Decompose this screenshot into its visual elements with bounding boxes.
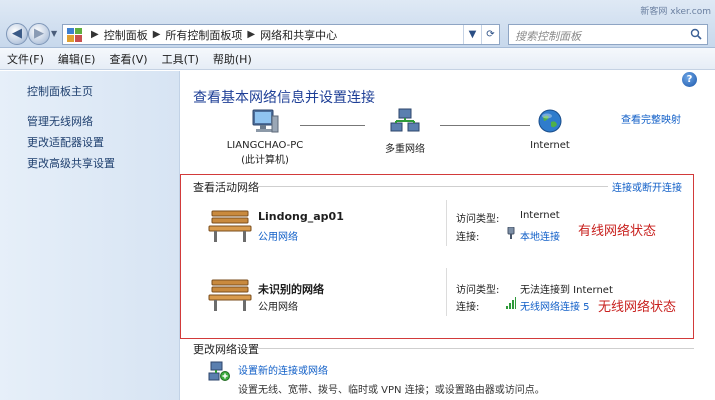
breadcrumb-network-center[interactable]: 网络和共享中心 [260,27,337,43]
map-link-line [300,125,365,126]
wireless-status-annotation: 无线网络状态 [598,300,677,315]
menu-bar: 文件(F) 编辑(E) 查看(V) 工具(T) 帮助(H) [0,48,715,70]
search-input[interactable]: 搜索控制面板 [508,24,708,45]
bench-icon[interactable] [208,209,252,243]
computer-subtitle: (此计算机) [241,155,289,166]
chevron-right-icon[interactable]: ▶ [153,29,161,40]
watermark-text: 新客网 xker.com [640,7,711,17]
menu-help[interactable]: 帮助(H) [206,51,259,67]
control-panel-icon [67,27,83,42]
network-name: 未识别的网络 [258,283,324,296]
breadcrumb-control-panel[interactable]: 控制面板 [104,27,148,43]
menu-edit[interactable]: 编辑(E) [51,51,103,67]
network-type-link[interactable]: 公用网络 [258,228,298,243]
divider [446,200,447,246]
connection-label: 连接: [456,302,480,313]
network-type-label: 公用网络 [258,302,298,313]
access-type-label: 访问类型: [456,214,500,225]
map-multi-network[interactable]: 多重网络 [375,108,435,155]
setup-connection-description: 设置无线、宽带、拨号、临时或 VPN 连接；或设置路由器或访问点。 [238,385,545,396]
wired-status-annotation: 有线网络状态 [578,224,657,239]
computer-icon [252,109,279,133]
breadcrumb[interactable]: ▶ 控制面板 ▶ 所有控制面板项 ▶ 网络和共享中心 ▼ ⟳ [62,24,500,45]
map-link-line [440,125,530,126]
change-settings-header: 更改网络设置 [193,343,259,356]
network-icon [390,108,420,132]
wifi-signal-icon [506,297,516,309]
active-networks-header: 查看活动网络 [193,181,259,194]
search-icon[interactable] [690,28,702,40]
sidebar: 控制面板主页 管理无线网络 更改适配器设置 更改高级共享设置 [0,71,180,400]
address-bar: 新客网 xker.com ◀ ▶ ▼ ▶ 控制面板 ▶ 所有控制面板项 ▶ 网络… [0,0,715,48]
bench-icon[interactable] [208,278,252,312]
help-icon[interactable]: ? [682,72,697,87]
divider [258,186,608,187]
breadcrumb-all-items[interactable]: 所有控制面板项 [165,27,242,43]
divider [446,268,447,316]
ethernet-icon [507,227,515,239]
sidebar-item-home[interactable]: 控制面板主页 [27,83,93,99]
wireless-connection-link[interactable]: 无线网络连接 5 [520,298,590,313]
back-button[interactable]: ◀ [6,23,28,45]
globe-icon [538,109,562,133]
chevron-right-icon[interactable]: ▶ [247,29,255,40]
connection-label: 连接: [456,232,480,243]
connect-disconnect-link[interactable]: 连接或断开连接 [612,179,682,194]
sidebar-item-adapter-settings[interactable]: 更改适配器设置 [27,134,104,150]
divider [258,348,694,349]
address-dropdown-icon[interactable]: ▼ [463,25,481,44]
history-dropdown-icon[interactable]: ▼ [51,29,57,38]
local-connection-link[interactable]: 本地连接 [520,228,560,243]
access-type-value: 无法连接到 Internet [520,285,613,296]
menu-view[interactable]: 查看(V) [102,51,154,67]
search-placeholder: 搜索控制面板 [515,30,581,43]
menu-file[interactable]: 文件(F) [0,51,51,67]
refresh-icon[interactable]: ⟳ [481,25,499,44]
new-connection-icon[interactable] [208,360,230,382]
internet-label: Internet [530,140,570,151]
forward-button[interactable]: ▶ [28,23,50,45]
map-internet[interactable]: Internet [525,108,575,151]
map-computer[interactable]: LIANGCHAO-PC (此计算机) [225,108,305,166]
sidebar-item-manage-wireless[interactable]: 管理无线网络 [27,113,93,129]
setup-connection-link[interactable]: 设置新的连接或网络 [238,362,328,377]
sidebar-item-sharing-settings[interactable]: 更改高级共享设置 [27,155,115,171]
menu-tools[interactable]: 工具(T) [155,51,206,67]
multi-network-label: 多重网络 [385,144,425,155]
network-name: Lindong_ap01 [258,210,344,223]
full-map-link[interactable]: 查看完整映射 [621,111,681,126]
computer-name: LIANGCHAO-PC [226,140,304,151]
access-type-label: 访问类型: [456,285,500,296]
chevron-right-icon[interactable]: ▶ [91,29,99,40]
page-title: 查看基本网络信息并设置连接 [193,90,375,106]
access-type-value: Internet [520,210,560,221]
